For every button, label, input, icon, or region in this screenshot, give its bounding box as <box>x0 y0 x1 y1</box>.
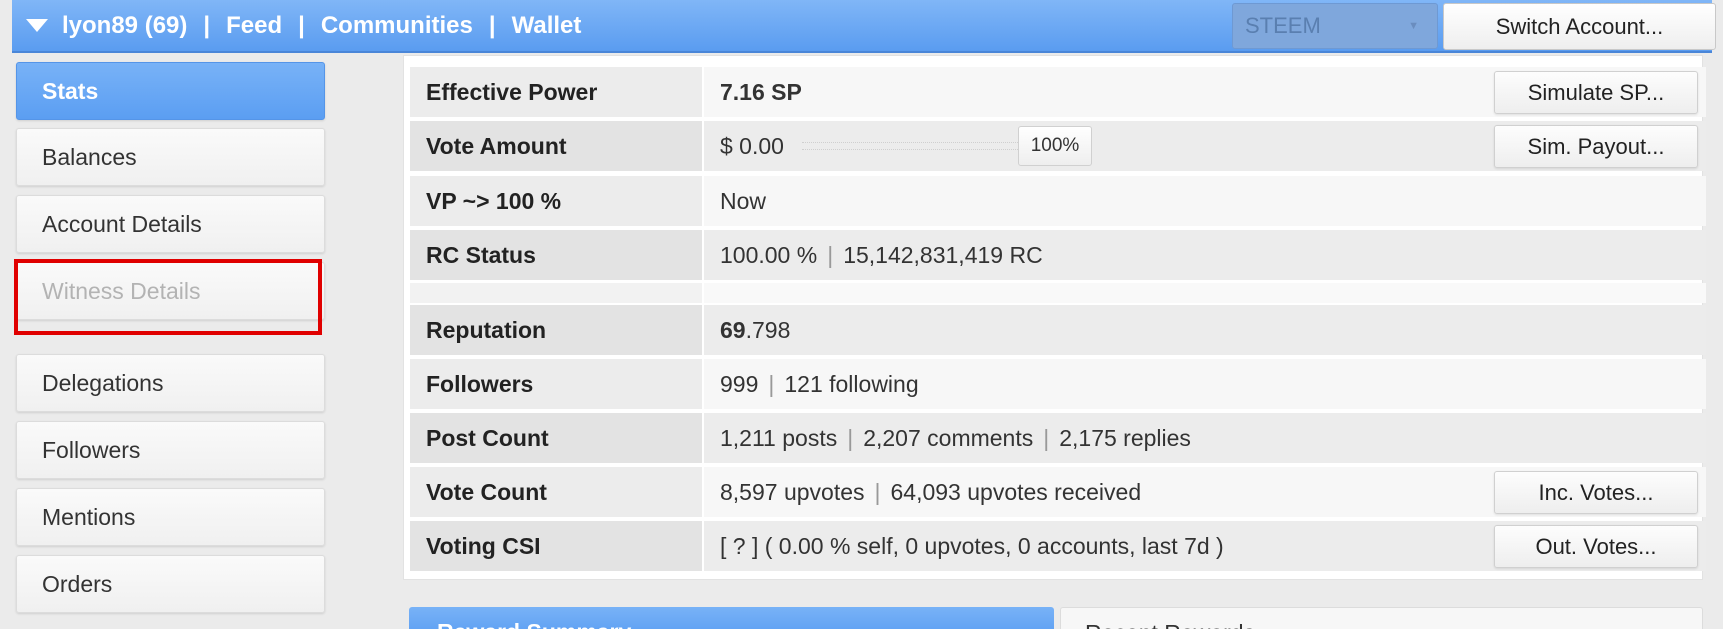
nav-link-communities[interactable]: Communities <box>321 12 473 40</box>
reputation-fraction: .798 <box>745 316 791 343</box>
row-label: Post Count <box>410 413 702 463</box>
nav-separator: | <box>488 11 496 39</box>
value-separator: | <box>847 424 854 451</box>
row-label: Voting CSI <box>410 521 702 571</box>
vote-weight-slider-handle[interactable]: 100% <box>1018 126 1092 166</box>
row-label: Effective Power <box>410 67 702 117</box>
row-label: Vote Count <box>410 467 702 517</box>
value-separator: | <box>1043 424 1050 451</box>
row-label: Vote Amount <box>410 121 702 171</box>
stats-row-reputation: Reputation 69.798 <box>410 305 1706 355</box>
switch-account-button[interactable]: Switch Account... <box>1443 3 1716 50</box>
value-separator: | <box>768 370 775 397</box>
row-label: VP ~> 100 % <box>410 176 702 226</box>
sidebar-item-delegations[interactable]: Delegations <box>16 354 325 412</box>
sidebar-item-balances[interactable]: Balances <box>16 128 325 186</box>
stats-row-followers: Followers 999 | 121 following <box>410 359 1706 409</box>
followers-cell: 999 | 121 following <box>704 359 1706 409</box>
sidebar-item-followers[interactable]: Followers <box>16 421 325 479</box>
posts-count: 1,211 posts <box>720 424 838 451</box>
dropdown-arrow-icon: ▼ <box>1408 20 1419 32</box>
nav-link-feed[interactable]: Feed <box>226 12 282 40</box>
account-link[interactable]: lyon89 (69) <box>62 12 187 40</box>
row-label: Reputation <box>410 305 702 355</box>
vote-weight-slider-track[interactable] <box>802 142 1020 150</box>
sidebar-item-stats[interactable]: Stats <box>16 62 325 120</box>
vote-amount-value: $ 0.00 <box>720 132 784 159</box>
sidebar-item-account-details[interactable]: Account Details <box>16 195 325 253</box>
stats-row-post-count: Post Count 1,211 posts | 2,207 comments … <box>410 413 1706 463</box>
sidebar-item-orders[interactable]: Orders <box>16 555 325 613</box>
account-menu-caret-icon[interactable] <box>26 19 48 32</box>
comments-count: 2,207 comments <box>863 424 1034 451</box>
stats-row-rc-status: RC Status 100.00 % | 15,142,831,419 RC <box>410 230 1706 280</box>
stats-row-vp: VP ~> 100 % Now <box>410 176 1706 226</box>
stats-panel: Effective Power 7.16 SP Simulate SP... V… <box>403 55 1706 580</box>
simulate-sp-button[interactable]: Simulate SP... <box>1494 71 1698 114</box>
reputation-whole: 69 <box>720 316 746 343</box>
tab-recent-rewards[interactable]: Recent Rewards <box>1060 607 1703 629</box>
tab-reward-summary[interactable]: Reward Summary <box>409 607 1054 629</box>
stats-row-effective-power: Effective Power 7.16 SP Simulate SP... <box>410 67 1706 117</box>
stats-row-voting-csi: Voting CSI [ ? ] ( 0.00 % self, 0 upvote… <box>410 521 1706 571</box>
sidebar-item-witness-details[interactable]: Witness Details <box>16 262 325 320</box>
value-separator: | <box>874 478 881 505</box>
row-label: Followers <box>410 359 702 409</box>
replies-count: 2,175 replies <box>1059 424 1191 451</box>
stats-row-vote-count: Vote Count 8,597 upvotes | 64,093 upvote… <box>410 467 1706 517</box>
top-nav: lyon89 (69) | Feed | Communities | Walle… <box>24 0 581 51</box>
rc-status-cell: 100.00 % | 15,142,831,419 RC <box>704 230 1706 280</box>
spacer-right <box>704 283 1706 303</box>
upvotes-count: 8,597 upvotes <box>720 478 865 505</box>
out-votes-button[interactable]: Out. Votes... <box>1494 525 1698 568</box>
sidebar-item-mentions[interactable]: Mentions <box>16 488 325 546</box>
inc-votes-button[interactable]: Inc. Votes... <box>1494 471 1698 514</box>
top-bar: lyon89 (69) | Feed | Communities | Walle… <box>12 0 1716 53</box>
row-label: RC Status <box>410 230 702 280</box>
value-separator: | <box>827 241 834 268</box>
upvotes-received-count: 64,093 upvotes received <box>890 478 1142 505</box>
rc-percent: 100.00 % <box>720 241 818 268</box>
vp-value: Now <box>704 176 1706 226</box>
chain-select[interactable]: STEEM ▼ <box>1232 3 1438 49</box>
chain-select-value: STEEM <box>1245 13 1321 38</box>
stats-row-vote-amount: Vote Amount $ 0.00 100% Sim. Payout... <box>410 121 1706 171</box>
spacer-left <box>410 283 702 303</box>
nav-separator: | <box>203 11 211 39</box>
sim-payout-button[interactable]: Sim. Payout... <box>1494 125 1698 168</box>
following-count: 121 following <box>784 370 919 397</box>
rc-amount: 15,142,831,419 RC <box>843 241 1043 268</box>
post-count-cell: 1,211 posts | 2,207 comments | 2,175 rep… <box>704 413 1706 463</box>
reputation-cell: 69.798 <box>704 305 1706 355</box>
nav-separator: | <box>298 11 305 39</box>
nav-link-wallet[interactable]: Wallet <box>512 12 582 40</box>
followers-count: 999 <box>720 370 759 397</box>
stats-spacer <box>410 283 1706 303</box>
